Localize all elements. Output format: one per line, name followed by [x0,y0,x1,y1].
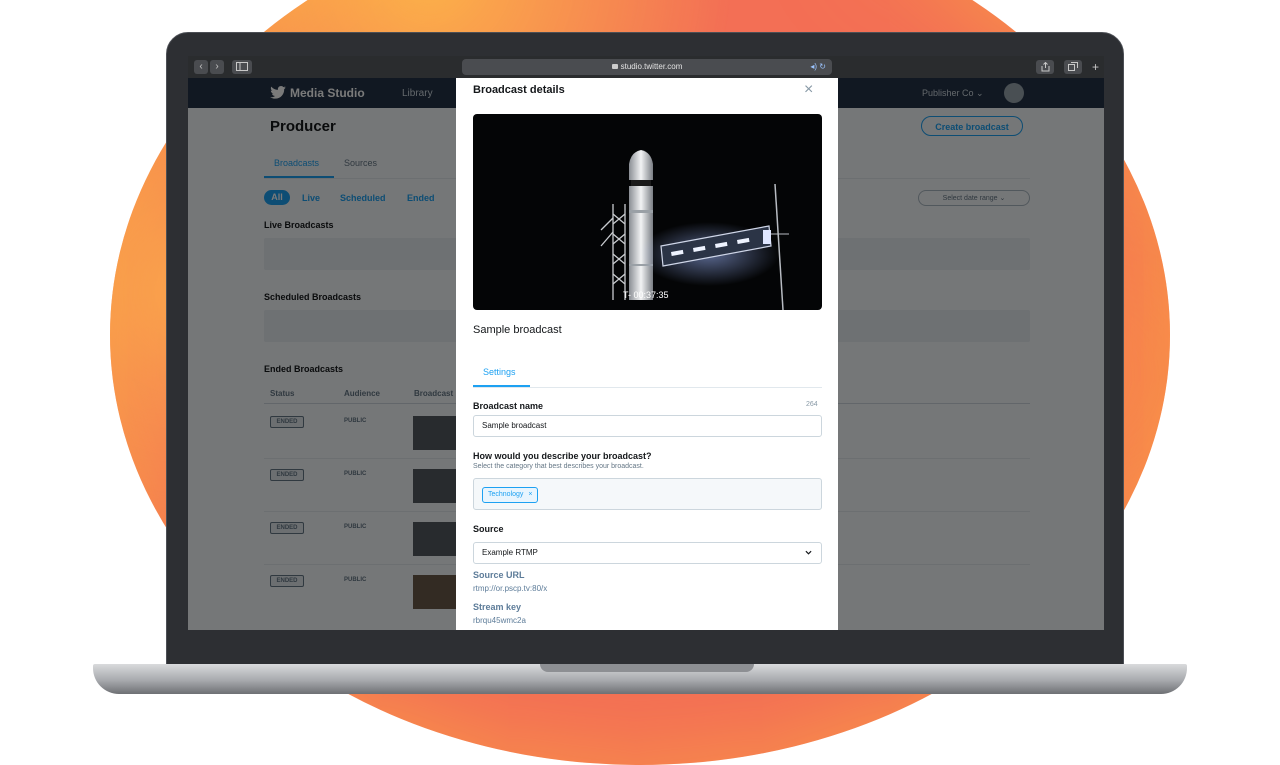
brand-name[interactable]: Media Studio [290,86,365,100]
browser-toolbar: ‹ › studio.twitter.com ◂) ↻ + [188,56,1104,78]
address-bar[interactable]: studio.twitter.com ◂) ↻ [462,59,832,75]
live-broadcasts-heading: Live Broadcasts [264,220,334,230]
account-switcher[interactable]: Publisher Co ⌄ [922,88,984,99]
filter-all[interactable]: All [264,190,290,205]
category-helper-text: Select the category that best describes … [473,463,644,470]
stream-key-value[interactable]: rbrqu45wmc2a [473,616,526,625]
rocket-illustration [600,150,789,310]
audience-label: PUBLIC [344,577,367,583]
date-range-label: Select date range ⌄ [942,195,1006,202]
column-status: Status [270,389,295,398]
back-button[interactable]: ‹ [194,60,208,74]
broadcast-details-modal: Broadcast details × T- 00:37:35 Sample b… [456,78,838,630]
sidebar-icon [236,62,248,71]
category-label: How would you describe your broadcast? [473,451,652,461]
new-tab-icon[interactable]: + [1092,60,1099,74]
category-input[interactable]: Technology × [473,478,822,510]
tabs-button[interactable] [1064,60,1082,74]
reload-icon[interactable]: ◂) ↻ [810,59,826,75]
source-url-label: Source URL [473,570,525,580]
settings-divider [473,387,822,388]
status-badge: ENDED [270,522,304,534]
source-url-value[interactable]: rtmp://or.pscp.tv:80/x [473,584,547,593]
scheduled-broadcasts-heading: Scheduled Broadcasts [264,292,362,302]
broadcast-name-input[interactable]: Sample broadcast [473,415,822,437]
broadcast-thumbnail [413,522,457,556]
status-badge: ENDED [270,575,304,587]
twitter-bird-icon [270,86,286,99]
close-icon[interactable]: × [804,82,813,98]
lock-icon [611,64,618,70]
filter-scheduled[interactable]: Scheduled [340,193,386,203]
forward-button[interactable]: › [210,60,224,74]
broadcast-name-label: Broadcast name [473,401,544,411]
page-title: Producer [270,118,336,135]
tabs-icon [1068,62,1078,71]
source-select-value: Example RTMP [482,548,538,557]
category-tag-label: Technology [488,491,524,498]
laptop-screen: ‹ › studio.twitter.com ◂) ↻ + Media Stud… [188,56,1104,630]
status-badge: ENDED [270,469,304,481]
forward-icon: › [215,61,219,72]
create-broadcast-button[interactable]: Create broadcast [921,116,1023,136]
laptop-notch [540,664,754,672]
ended-broadcasts-heading: Ended Broadcasts [264,364,344,374]
audience-label: PUBLIC [344,524,367,530]
url-text: studio.twitter.com [620,62,683,71]
close-icon[interactable]: × [528,491,532,498]
date-range-select[interactable]: Select date range ⌄ [918,190,1030,206]
character-count: 264 [806,401,818,408]
audience-label: PUBLIC [344,418,367,424]
broadcast-title: Sample broadcast [473,324,562,336]
column-broadcast: Broadcast [414,389,454,398]
filter-ended[interactable]: Ended [407,193,435,203]
tab-sources[interactable]: Sources [344,158,377,168]
video-preview[interactable]: T- 00:37:35 [473,114,822,310]
broadcast-thumbnail [413,575,457,609]
sidebar-toggle-button[interactable] [232,60,252,74]
nav-library[interactable]: Library [402,88,433,99]
share-button[interactable] [1036,60,1054,74]
avatar[interactable] [1004,83,1024,103]
video-countdown: T- 00:37:35 [623,290,669,300]
chevron-down-icon [805,550,812,555]
tab-settings[interactable]: Settings [483,367,516,377]
source-select[interactable]: Example RTMP [473,542,822,564]
tab-broadcasts[interactable]: Broadcasts [274,158,319,168]
broadcast-thumbnail [413,469,457,503]
source-label: Source [473,524,504,534]
column-audience: Audience [344,389,381,398]
modal-title: Broadcast details [473,84,565,96]
share-icon [1041,61,1049,72]
back-icon: ‹ [199,61,203,72]
audience-label: PUBLIC [344,471,367,477]
filter-live[interactable]: Live [302,193,320,203]
status-badge: ENDED [270,416,304,428]
stream-key-label: Stream key [473,602,522,612]
broadcast-thumbnail [413,416,457,450]
category-tag[interactable]: Technology × [482,487,539,503]
